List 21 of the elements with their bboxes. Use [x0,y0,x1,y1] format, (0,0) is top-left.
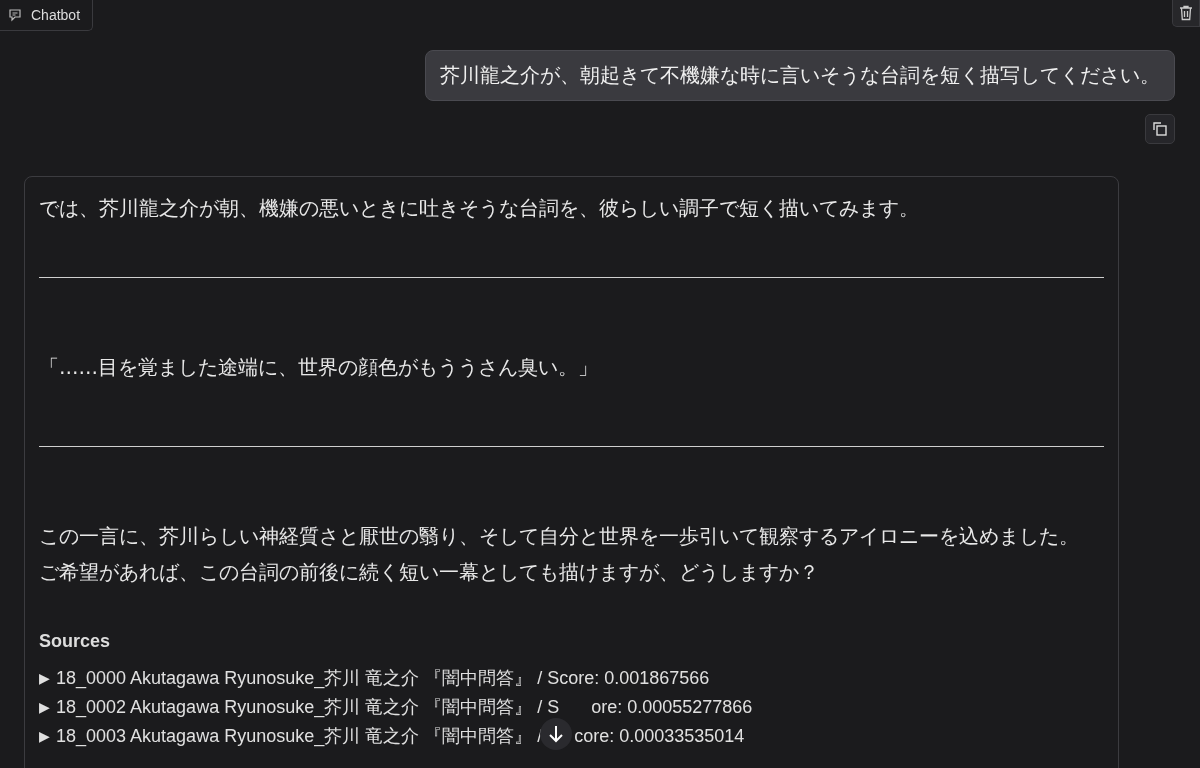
copy-icon [1152,121,1168,137]
source-entry: 18_0000 Akutagawa Ryunosuke_芥川 竜之介 『闇中問答』 / Score: 0.001867566 [56,667,710,691]
expand-toggle[interactable]: ▶ [39,664,50,693]
chatbot-title: Chatbot [31,7,81,23]
copy-button[interactable] [1145,114,1175,144]
chat-icon [8,8,22,22]
source-score: core: 0.00033535014 [574,725,745,748]
source-entry: 18_0002 Akutagawa Ryunosuke_芥川 竜之介 『闇中問答』 / S [56,696,560,720]
message-paragraph: ご希望があれば、この台詞の前後に続く短い一幕としても描けますが、どうしますか？ [39,560,820,586]
delete-button[interactable] [1172,0,1200,27]
source-score: ore: 0.00055277866 [591,696,753,719]
trash-icon [1179,5,1193,21]
message-paragraph: 「……目を覚ました途端に、世界の顔色がもううさん臭い。」 [39,355,599,381]
expand-toggle[interactable]: ▶ [39,693,50,722]
user-message: 芥川龍之介が、朝起きて不機嫌な時に言いそうな台詞を短く描写してください。 [425,50,1175,101]
expand-toggle[interactable]: ▶ [39,722,50,751]
scroll-down-button[interactable] [540,718,573,750]
arrow-down-icon [547,724,566,744]
message-paragraph: この一言に、芥川らしい神経質さと厭世の翳り、そして自分と世界を一歩引いて観察するアイロニーを込めました。 [39,524,1080,550]
sources-heading: Sources [39,631,112,652]
message-paragraph: では、芥川龍之介が朝、機嫌の悪いときに吐きそうな台詞を、彼らしい調子で短く描いてみます。 [39,196,920,222]
